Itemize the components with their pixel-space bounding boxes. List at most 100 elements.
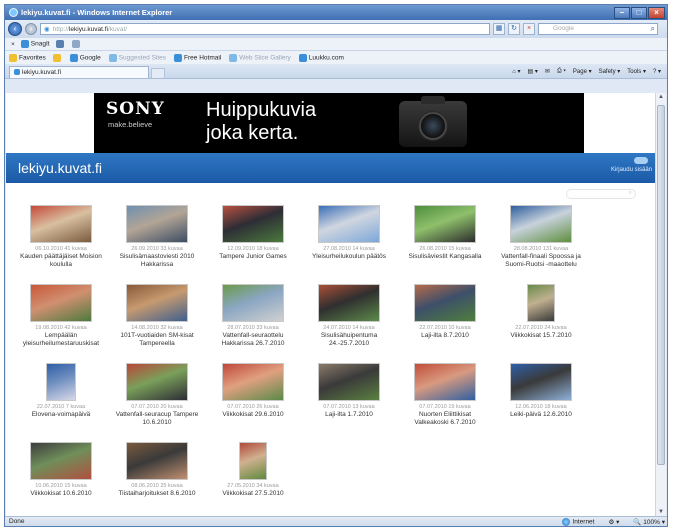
address-bar[interactable]: ◉ http://lekiyu.kuvat.fi/kuvat/ [40,23,490,35]
album-thumbnail[interactable] [222,205,284,243]
close-window-button[interactable]: × [648,6,665,19]
feeds-icon[interactable]: ▤ ▾ [528,68,538,75]
album-thumbnail[interactable] [222,363,284,401]
album-card[interactable]: 07.07.2010 26 kuvaa Viikkokisat 29.6.2010 [210,363,296,419]
album-thumbnail[interactable] [126,442,188,480]
album-title[interactable]: Viikkokisat 27.5.2010 [210,490,296,498]
minimize-button[interactable]: – [614,6,630,19]
album-thumbnail[interactable] [46,363,76,401]
album-card[interactable]: 22.07.2010 10 kuvaa Laji-ilta 8.7.2010 [402,284,488,340]
album-card[interactable]: 12.06.2010 18 kuvaa Leiki-päivä 12.6.2010 [498,363,584,419]
favorite-link[interactable]: Suggested Sites [108,53,166,62]
album-thumbnail[interactable] [414,205,476,243]
favorite-link[interactable]: Google [69,53,101,62]
favorites-button[interactable]: Favorites [9,53,46,62]
album-title[interactable]: Vattenfall-seuracup Tampere 10.6.2010 [114,411,200,427]
close-toolbar-icon[interactable]: × [11,41,15,48]
album-thumbnail[interactable] [126,284,188,322]
album-title[interactable]: Viikkokisat 10.6.2010 [18,490,104,498]
tab-lekiyu[interactable]: lekiyu.kuvat.fi [9,66,149,78]
album-card[interactable]: 26.08.2010 15 kuvaa Sisulisäviestit Kanga… [402,205,488,261]
album-thumbnail[interactable] [30,442,92,480]
album-title[interactable]: Laji-ilta 1.7.2010 [306,411,392,419]
album-thumbnail[interactable] [510,205,572,243]
album-card[interactable]: 24.07.2010 14 kuvaa Sisulisähuipentuma 24… [306,284,392,348]
snagit-capture-icon[interactable] [55,40,64,48]
album-thumbnail[interactable] [126,205,188,243]
album-card[interactable]: 06.10.2010 41 kuvaa Kauden päättäjäiset M… [18,205,104,269]
album-title[interactable]: Lempäälän yleisurheilumestaruuskisat [18,332,104,348]
scroll-up-icon[interactable]: ▲ [657,94,665,103]
toggle-icon[interactable] [634,157,648,164]
protected-mode-icon[interactable]: ⚙ ▾ [608,518,619,526]
search-icon[interactable]: ⌕ [651,24,655,34]
album-title[interactable]: Yleisurheilukoulun päätös [306,253,392,261]
home-icon[interactable]: ⌂ ▾ [512,68,520,75]
stop-icon[interactable]: × [523,23,535,35]
add-favorite-icon[interactable] [52,53,61,62]
mail-icon[interactable]: ✉ [545,68,550,75]
zoom-level[interactable]: 🔍 100% ▾ [633,518,665,526]
safety-menu[interactable]: Safety ▾ [599,68,621,75]
album-card[interactable]: 12.09.2010 18 kuvaa Tampere Junior Games [210,205,296,261]
album-thumbnail[interactable] [414,363,476,401]
album-thumbnail[interactable] [414,284,476,322]
album-thumbnail[interactable] [222,284,284,322]
album-title[interactable]: Laji-ilta 8.7.2010 [402,332,488,340]
album-thumbnail[interactable] [239,442,267,480]
gallery-search-input[interactable]: ⌕ [566,189,636,199]
album-title[interactable]: Kauden päättäjäiset Moision koululla [18,253,104,269]
album-thumbnail[interactable] [318,363,380,401]
album-title[interactable]: Leiki-päivä 12.6.2010 [498,411,584,419]
new-tab-button[interactable] [151,68,165,78]
compat-view-icon[interactable]: ▦ [493,23,505,35]
album-card[interactable]: 07.07.2010 19 kuvaa Nuorten Eliittikisat … [402,363,488,427]
favorite-link[interactable]: Free Hotmail [174,53,221,62]
back-button[interactable]: ‹ [8,22,22,36]
album-card[interactable]: 14.08.2010 32 kuvaa 101T-vuotiaiden SM-ki… [114,284,200,348]
favorite-link[interactable]: Luukku.com [298,53,344,62]
album-card[interactable]: 28.08.2010 131 kuvaa Vattenfall-finaali S… [498,205,584,269]
album-title[interactable]: Viikkokisat 29.6.2010 [210,411,296,419]
album-thumbnail[interactable] [510,363,572,401]
refresh-icon[interactable]: ↻ [508,23,520,35]
album-card[interactable]: 26.09.2010 33 kuvaa Sisulisämaastoviesti … [114,205,200,269]
album-card[interactable]: 07.07.2010 20 kuvaa Vattenfall-seuracup T… [114,363,200,427]
album-title[interactable]: Vattenfall-seuraottelu Hakkarissa 26.7.2… [210,332,296,348]
album-thumbnail[interactable] [30,284,92,322]
album-thumbnail[interactable] [527,284,555,322]
snagit-editor-icon[interactable] [71,40,80,48]
sony-banner[interactable]: SONY make.believe Huippukuvia joka kerta… [94,93,584,153]
login-link[interactable]: Kirjaudu sisään [611,167,652,173]
snagit-button[interactable]: SnagIt [20,40,50,48]
album-title[interactable]: Viikkokisat 15.7.2010 [498,332,584,340]
album-thumbnail[interactable] [318,284,380,322]
site-title[interactable]: lekiyu.kuvat.fi [18,160,102,176]
album-title[interactable]: Sisulisäviestit Kangasalla [402,253,488,261]
scroll-thumb[interactable] [657,105,665,465]
album-title[interactable]: Elovena-voimapäivä [18,411,104,419]
album-title[interactable]: Vattenfall-finaali Spoossa ja Suomi-Ruot… [498,253,584,269]
album-thumbnail[interactable] [126,363,188,401]
album-thumbnail[interactable] [318,205,380,243]
album-card[interactable]: 22.07.2010 24 kuvaa Viikkokisat 15.7.2010 [498,284,584,340]
album-thumbnail[interactable] [30,205,92,243]
album-title[interactable]: Nuorten Eliittikisat Valkeakoski 6.7.201… [402,411,488,427]
album-card[interactable]: 27.08.2010 14 kuvaa Yleisurheilukoulun pä… [306,205,392,261]
album-card[interactable]: 28.07.2010 33 kuvaa Vattenfall-seuraottel… [210,284,296,348]
album-card[interactable]: 10.06.2010 15 kuvaa Viikkokisat 10.6.2010 [18,442,104,498]
search-box[interactable]: Google ⌕ [538,23,658,35]
album-card[interactable]: 07.07.2010 13 kuvaa Laji-ilta 1.7.2010 [306,363,392,419]
print-icon[interactable]: ⎙ ▾ [557,68,566,75]
favorite-link[interactable]: Web Slice Gallery [229,53,291,62]
album-card[interactable]: 08.06.2010 25 kuvaa Tiistaiharjoitukset 8… [114,442,200,498]
maximize-button[interactable]: □ [631,6,647,19]
album-title[interactable]: Sisulisämaastoviesti 2010 Hakkarissa [114,253,200,269]
album-card[interactable]: 22.07.2010 7 kuvaa Elovena-voimapäivä [18,363,104,419]
help-icon[interactable]: ? ▾ [653,68,661,75]
album-title[interactable]: 101T-vuotiaiden SM-kisat Tampereella [114,332,200,348]
vertical-scrollbar[interactable]: ▲ ▼ [655,93,666,519]
album-title[interactable]: Tampere Junior Games [210,253,296,261]
album-title[interactable]: Tiistaiharjoitukset 8.6.2010 [114,490,200,498]
forward-button[interactable]: › [25,23,37,35]
